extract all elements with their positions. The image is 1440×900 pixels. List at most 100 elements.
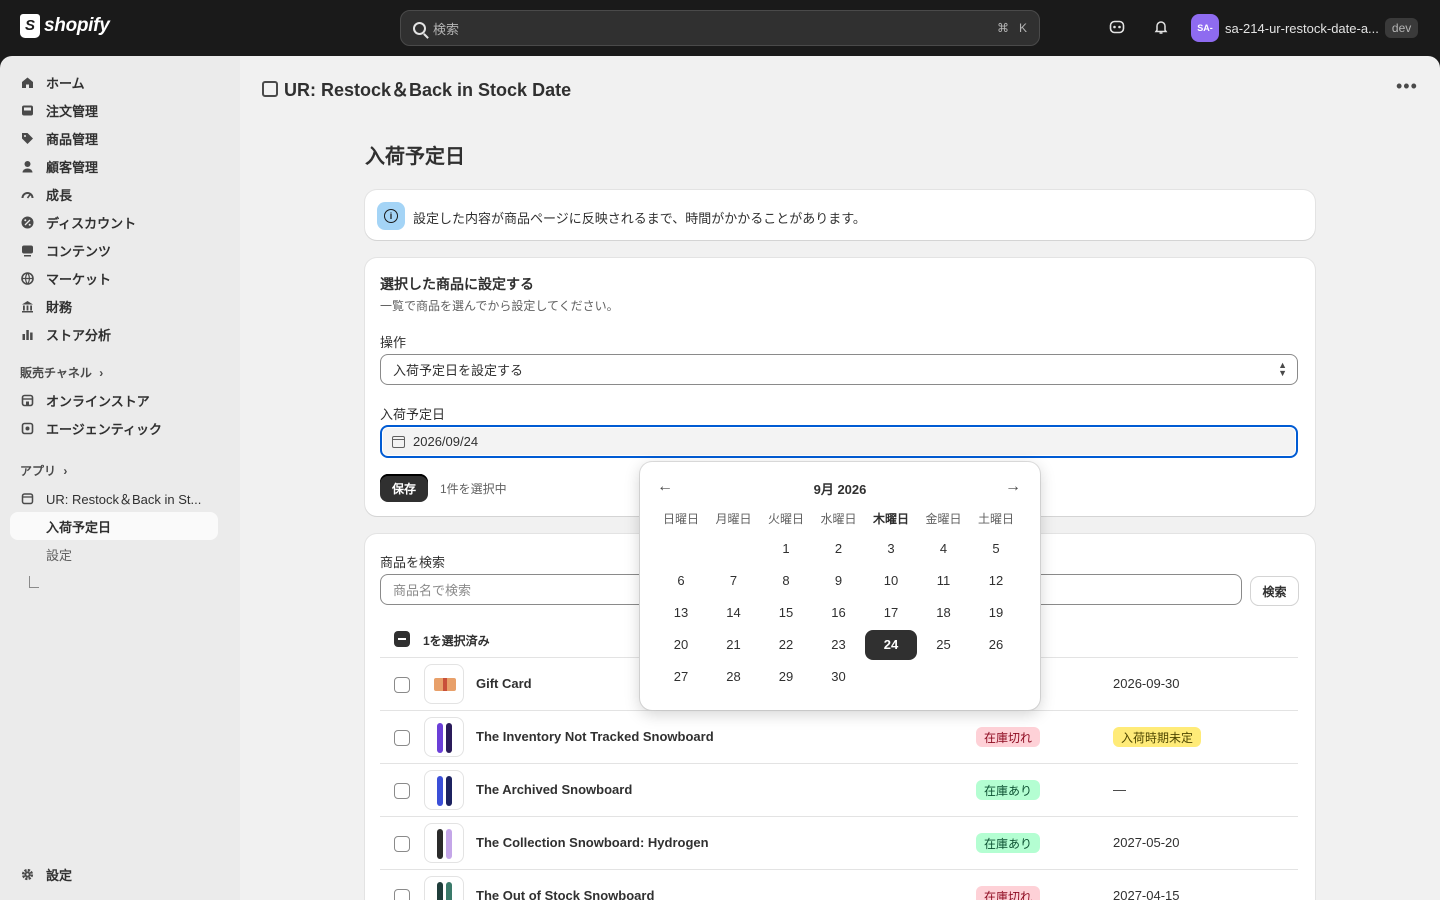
sidebar-item-discounts[interactable]: ディスカウント bbox=[10, 208, 218, 236]
sidebar-item-settings[interactable]: 設定 bbox=[10, 860, 218, 888]
calendar-day[interactable]: 2 bbox=[813, 534, 865, 564]
calendar-day[interactable]: 8 bbox=[760, 566, 812, 596]
calendar-day[interactable]: 7 bbox=[708, 566, 760, 596]
agentic-icon bbox=[20, 421, 34, 435]
apps-label: アプリ bbox=[20, 464, 57, 478]
sidebar-item-label: UR: Restock＆Back in St... bbox=[46, 491, 202, 507]
sidebar-item-label: 設定 bbox=[46, 867, 73, 883]
operation-select[interactable]: 入荷予定日を設定する ▲ ▼ bbox=[380, 354, 1298, 385]
chevron-right-icon: › bbox=[63, 464, 68, 478]
more-actions-icon[interactable]: ••• bbox=[1396, 76, 1418, 97]
calendar-day[interactable]: 22 bbox=[760, 630, 812, 660]
store-switcher[interactable]: SA- sa-214-ur-restock-date-a... dev bbox=[1191, 14, 1419, 42]
calendar-day[interactable]: 14 bbox=[708, 598, 760, 628]
calendar-day[interactable]: 20 bbox=[655, 630, 707, 660]
calendar-day[interactable]: 5 bbox=[970, 534, 1022, 564]
sidebar-item-finance[interactable]: 財務 bbox=[10, 292, 218, 320]
calendar-day[interactable]: 9 bbox=[813, 566, 865, 596]
row-checkbox[interactable] bbox=[394, 730, 410, 746]
store-avatar: SA- bbox=[1191, 14, 1219, 42]
global-search-input[interactable]: 検索 ⌘ K bbox=[400, 10, 1040, 46]
next-month-button[interactable]: → bbox=[1005, 478, 1021, 496]
sidebar-item-content[interactable]: コンテンツ bbox=[10, 236, 218, 264]
calendar-day[interactable]: 15 bbox=[760, 598, 812, 628]
sidebar-item-label: ホーム bbox=[46, 75, 85, 91]
home-icon bbox=[20, 75, 34, 89]
save-button[interactable]: 保存 bbox=[380, 474, 428, 502]
calendar-day[interactable]: 11 bbox=[918, 566, 970, 596]
sidebar-item-app-settings[interactable]: 設定 bbox=[10, 540, 218, 568]
snowboard-image bbox=[446, 776, 452, 806]
apps-heading[interactable]: アプリ › bbox=[20, 462, 67, 479]
app-calendar-icon bbox=[20, 491, 34, 505]
sidebar-item-restock-date[interactable]: 入荷予定日 bbox=[10, 512, 218, 540]
table-row[interactable]: The Out of Stock Snowboard 在庫切れ 2027-04-… bbox=[380, 869, 1298, 900]
weekday-label: 日曜日 bbox=[662, 512, 699, 526]
calendar-day[interactable]: 13 bbox=[655, 598, 707, 628]
date-picker-popover: ← 9月 2026 → 日曜日 月曜日 火曜日 水曜日 木曜日 金曜日 土曜日 123456… bbox=[640, 462, 1040, 710]
sidebar-item-analytics[interactable]: ストア分析 bbox=[10, 320, 218, 348]
operation-label: 操作 bbox=[380, 335, 407, 350]
calendar-day[interactable]: 6 bbox=[655, 566, 707, 596]
sidebar-item-label: オンラインストア bbox=[46, 393, 150, 409]
search-button[interactable]: 検索 bbox=[1251, 577, 1298, 605]
row-checkbox[interactable] bbox=[394, 783, 410, 799]
calendar-day[interactable]: 3 bbox=[865, 534, 917, 564]
status-badge: 在庫切れ bbox=[976, 727, 1041, 747]
sidebar-item-agentic[interactable]: エージェンティック bbox=[10, 414, 218, 442]
calendar-day[interactable]: 26 bbox=[970, 630, 1022, 660]
calendar-day[interactable]: 19 bbox=[970, 598, 1022, 628]
status-badge: 在庫切れ bbox=[976, 886, 1041, 900]
calendar-icon bbox=[392, 435, 405, 448]
calendar-day[interactable]: 16 bbox=[813, 598, 865, 628]
sidebar-item-label: エージェンティック bbox=[46, 421, 162, 437]
selected-count: 1件を選択中 bbox=[440, 482, 507, 496]
sidebar-item-customers[interactable]: 顧客管理 bbox=[10, 152, 218, 180]
calendar-day[interactable]: 12 bbox=[970, 566, 1022, 596]
calendar-day[interactable]: 23 bbox=[813, 630, 865, 660]
calendar-day[interactable]: 30 bbox=[813, 662, 865, 692]
table-row[interactable]: The Archived Snowboard 在庫あり — bbox=[380, 763, 1298, 816]
restock-date-input[interactable]: 2026/09/24 bbox=[380, 425, 1298, 458]
sidebar-item-markets[interactable]: マーケット bbox=[10, 264, 218, 292]
date-input-value: 2026/09/24 bbox=[413, 434, 479, 449]
sidekick-icon[interactable] bbox=[1108, 19, 1126, 37]
calendar-day[interactable]: 17 bbox=[865, 598, 917, 628]
calendar-day[interactable]: 4 bbox=[918, 534, 970, 564]
calendar-day[interactable]: 18 bbox=[918, 598, 970, 628]
calendar-day-selected[interactable]: 24 bbox=[865, 630, 917, 660]
bell-icon[interactable] bbox=[1152, 19, 1170, 37]
gift-card-image bbox=[434, 678, 456, 691]
product-thumbnail bbox=[424, 770, 464, 810]
table-row[interactable]: The Inventory Not Tracked Snowboard 在庫切れ… bbox=[380, 710, 1298, 763]
tag-icon bbox=[20, 131, 34, 145]
row-checkbox[interactable] bbox=[394, 889, 410, 900]
weekday-label: 土曜日 bbox=[977, 512, 1014, 526]
restock-date-value: 2026-09-30 bbox=[1113, 676, 1180, 691]
calendar-day[interactable]: 1 bbox=[760, 534, 812, 564]
row-checkbox[interactable] bbox=[394, 677, 410, 693]
sales-channels-heading[interactable]: 販売チャネル › bbox=[20, 364, 103, 381]
calendar-day[interactable]: 27 bbox=[655, 662, 707, 692]
calendar-day[interactable]: 28 bbox=[708, 662, 760, 692]
card-title: 選択した商品に設定する bbox=[380, 276, 534, 292]
select-all-checkbox[interactable] bbox=[394, 631, 410, 647]
shortcut-cmd: ⌘ bbox=[996, 21, 1009, 35]
content-icon bbox=[20, 243, 34, 257]
calendar-day[interactable]: 29 bbox=[760, 662, 812, 692]
sidebar-item-growth[interactable]: 成長 bbox=[10, 180, 218, 208]
sidebar-item-online-store[interactable]: オンラインストア bbox=[10, 386, 218, 414]
table-row[interactable]: The Collection Snowboard: Hydrogen 在庫あり … bbox=[380, 816, 1298, 869]
restock-date-badge: 入荷時期未定 bbox=[1113, 727, 1202, 747]
sidebar-item-products[interactable]: 商品管理 bbox=[10, 124, 218, 152]
sidebar-item-label: マーケット bbox=[46, 271, 112, 287]
row-checkbox[interactable] bbox=[394, 836, 410, 852]
sidebar-item-home[interactable]: ホーム bbox=[10, 68, 218, 96]
sidebar-item-app[interactable]: UR: Restock＆Back in St... bbox=[10, 484, 218, 512]
calendar-day[interactable]: 10 bbox=[865, 566, 917, 596]
calendar-day[interactable]: 21 bbox=[708, 630, 760, 660]
sidebar: ホーム 注文管理 商品管理 顧客管理 成長 ディスカウント コンテンツ マーケッ… bbox=[0, 56, 240, 900]
sidebar-item-orders[interactable]: 注文管理 bbox=[10, 96, 218, 124]
calendar-day[interactable]: 25 bbox=[918, 630, 970, 660]
shopify-logo[interactable]: shopify bbox=[20, 14, 110, 38]
